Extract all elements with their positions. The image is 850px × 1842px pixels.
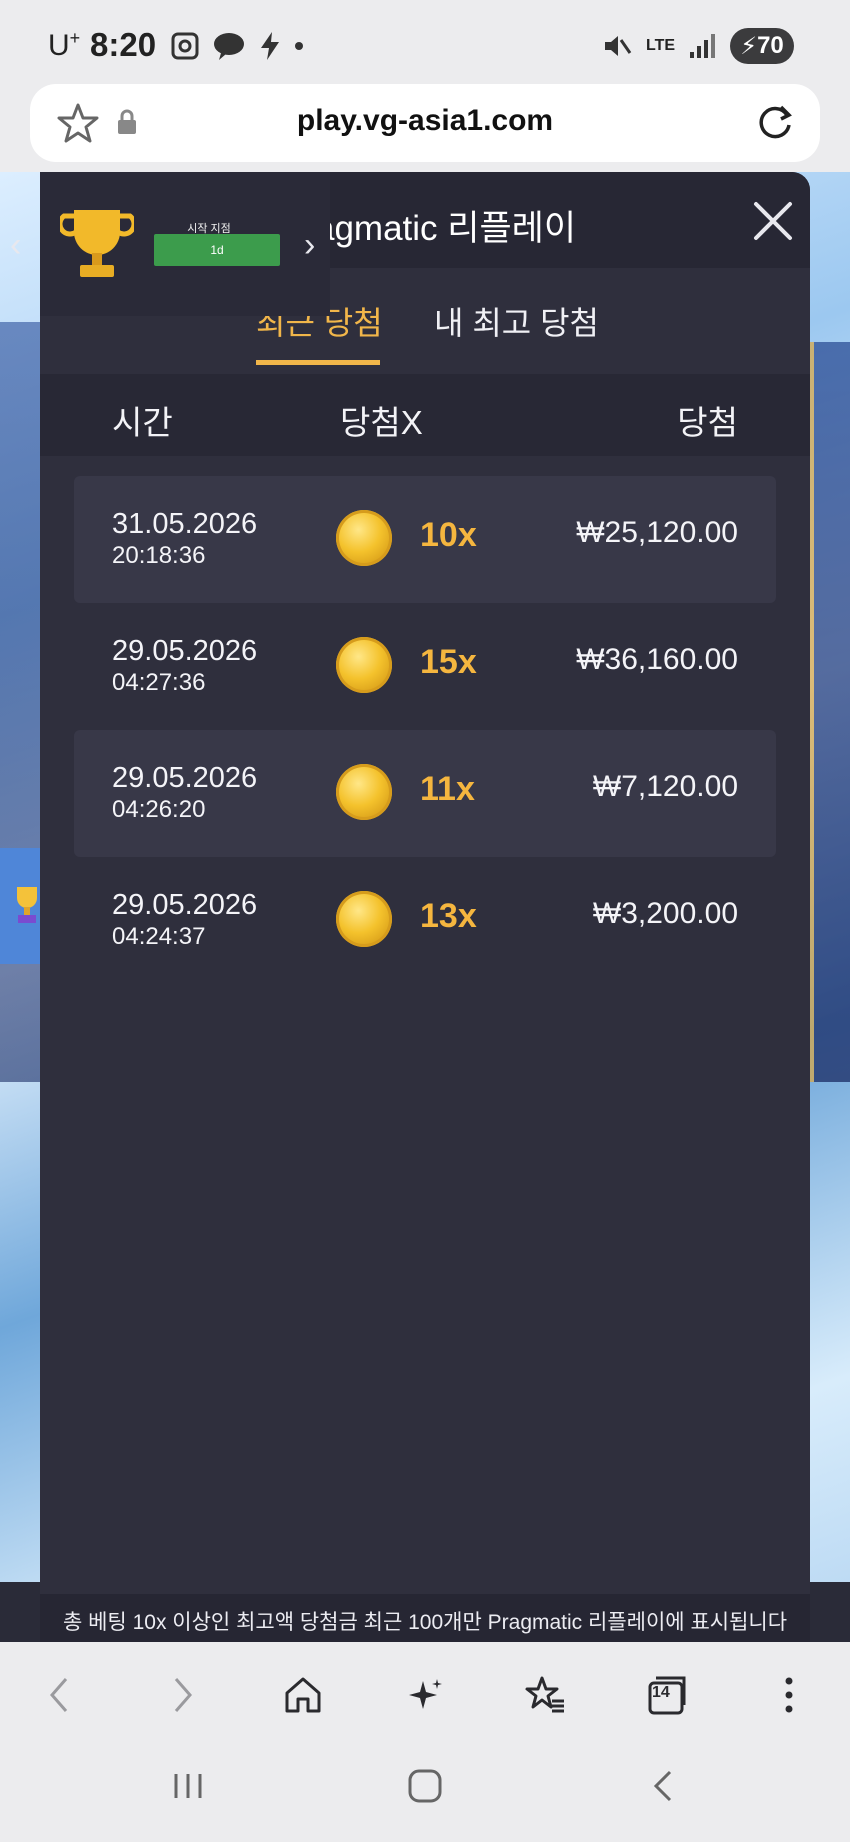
close-icon[interactable]: [748, 196, 798, 246]
reload-icon[interactable]: [754, 102, 796, 144]
mute-icon: [605, 36, 632, 56]
home-nav-icon[interactable]: [406, 1766, 444, 1806]
chevron-right-icon: [174, 1678, 192, 1712]
bookmark-list-icon: [525, 1676, 564, 1713]
row-amount: ₩7,120.00: [592, 770, 738, 803]
charging-bolt-icon: [261, 32, 279, 60]
screenshot-icon: [171, 32, 199, 60]
row-amount: ₩25,120.00: [576, 516, 738, 549]
replay-disclaimer: 총 베팅 10x 이상인 최고액 당첨금 최근 100개만 Pragmatic …: [40, 1594, 810, 1642]
carrier-label: U+: [48, 28, 81, 62]
back-nav-icon[interactable]: [648, 1766, 678, 1806]
back-button[interactable]: [34, 1670, 84, 1720]
column-header-time: 시간: [112, 404, 173, 441]
row-time: 04:26:20: [112, 796, 206, 823]
system-navigation-bar: [0, 1744, 850, 1842]
table-header: 시간 당첨X 당첨: [40, 374, 810, 456]
row-multiplier: 11x: [420, 770, 475, 808]
coin-icon: [336, 891, 392, 947]
column-header-multiplier: 당첨X: [340, 404, 423, 441]
notification-icons: [170, 30, 304, 62]
row-date: 29.05.2026: [112, 762, 258, 794]
table-row[interactable]: 29.05.2026 04:27:36 15x ₩36,160.00: [74, 603, 776, 730]
row-multiplier: 13x: [420, 897, 477, 935]
row-date: 29.05.2026: [112, 889, 258, 921]
lte-icon: LTE: [646, 37, 676, 54]
widget-badge: 1d: [154, 234, 280, 266]
row-amount: ₩3,200.00: [592, 897, 738, 930]
tab-my-best-wins[interactable]: 내 최고 당첨: [434, 298, 599, 344]
coin-icon: [336, 510, 392, 566]
replay-modal: Pragmatic 리플레이 최근 당첨 내 최고 당첨 시간 당첨X 당첨 3…: [40, 172, 810, 1632]
url-text[interactable]: play.vg-asia1.com: [30, 104, 820, 138]
tab-count: 14: [652, 1684, 670, 1701]
column-header-win: 당첨: [677, 404, 738, 441]
wins-list: 31.05.2026 20:18:36 10x ₩25,120.00 29.05…: [74, 476, 776, 984]
active-tab-indicator: [256, 360, 380, 365]
more-vertical-icon: [785, 1677, 793, 1713]
row-time: 04:24:37: [112, 923, 206, 950]
trophy-icon: [17, 887, 37, 923]
tournament-widget[interactable]: 시작 지점 1d: [40, 172, 330, 316]
url-bar[interactable]: play.vg-asia1.com: [30, 84, 820, 162]
status-bar: U+ 8:20 LTE ⚡ 70: [0, 0, 850, 80]
game-reel-frame-right: [810, 342, 850, 1082]
home-button[interactable]: [278, 1670, 328, 1720]
recent-apps-icon[interactable]: [170, 1766, 206, 1806]
kakaotalk-icon: [214, 33, 244, 60]
table-row[interactable]: 29.05.2026 04:24:37 13x ₩3,200.00: [74, 857, 776, 984]
row-multiplier: 10x: [420, 516, 477, 554]
coin-icon: [336, 764, 392, 820]
clock: 8:20: [90, 26, 157, 63]
trophy-icon: [60, 210, 134, 277]
chevron-right-icon[interactable]: ›: [304, 226, 315, 265]
dot-icon: [295, 42, 303, 50]
bookmarks-button[interactable]: [520, 1670, 570, 1720]
sparkle-icon: [409, 1679, 442, 1709]
table-row[interactable]: 31.05.2026 20:18:36 10x ₩25,120.00: [74, 476, 776, 603]
row-amount: ₩36,160.00: [576, 643, 738, 676]
system-status-icons: LTE ⚡ 70: [602, 28, 794, 64]
chevron-left-icon[interactable]: ‹: [10, 226, 21, 265]
battery-indicator: ⚡ 70: [730, 28, 794, 64]
forward-button[interactable]: [158, 1670, 208, 1720]
ai-assistant-button[interactable]: [400, 1670, 450, 1720]
coin-icon: [336, 637, 392, 693]
row-date: 29.05.2026: [112, 635, 258, 667]
screen: { "status_bar": { "carrier": "U", "carri…: [0, 0, 850, 1842]
game-reel-frame-left: [0, 322, 40, 1082]
row-time: 20:18:36: [112, 542, 206, 569]
browser-toolbar: 14: [0, 1642, 850, 1744]
row-multiplier: 15x: [420, 643, 477, 681]
chevron-left-icon: [50, 1678, 68, 1712]
signal-icon: [690, 34, 715, 58]
row-date: 31.05.2026: [112, 508, 258, 540]
home-icon: [285, 1677, 321, 1713]
more-menu-button[interactable]: [764, 1670, 814, 1720]
tabs-button[interactable]: 14: [642, 1670, 692, 1720]
row-time: 04:27:36: [112, 669, 206, 696]
table-row[interactable]: 29.05.2026 04:26:20 11x ₩7,120.00: [74, 730, 776, 857]
